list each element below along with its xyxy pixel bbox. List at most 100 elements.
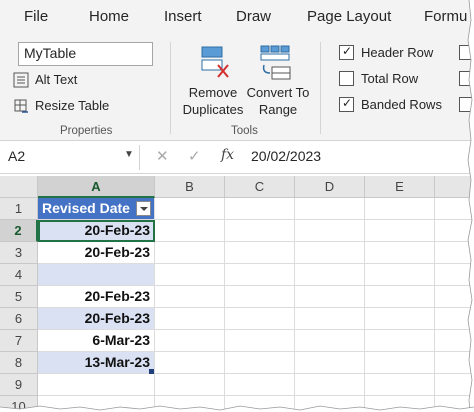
empty-cell[interactable] — [295, 198, 365, 220]
banded-rows-label: Banded Rows — [361, 97, 442, 112]
empty-cell[interactable] — [155, 220, 225, 242]
empty-cell[interactable] — [225, 264, 295, 286]
total-row-label: Total Row — [361, 71, 419, 86]
torn-edge-right — [467, 0, 474, 412]
table-cell-a8[interactable]: 13-Mar-23 — [38, 352, 155, 374]
chevron-down-icon[interactable]: ▼ — [124, 149, 134, 160]
name-box-value: A2 — [8, 148, 26, 164]
resize-table-icon — [14, 99, 28, 113]
header-row-label: Header Row — [361, 45, 434, 60]
column-header-a[interactable]: A — [38, 176, 155, 198]
empty-cell[interactable] — [155, 352, 225, 374]
column-header-b[interactable]: B — [155, 176, 225, 198]
column-header-c[interactable]: C — [225, 176, 295, 198]
row-header-7[interactable]: 7 — [0, 330, 38, 352]
name-box[interactable]: A2 — [0, 145, 140, 170]
empty-cell[interactable] — [365, 330, 435, 352]
table-cell-a6[interactable]: 20-Feb-23 — [38, 308, 155, 330]
table-header-cell[interactable]: Revised Date — [38, 198, 155, 220]
tab-formulas[interactable]: Formu — [424, 8, 467, 25]
table-header-label: Revised Date — [42, 200, 130, 216]
resize-table-button[interactable]: Resize Table — [35, 98, 109, 113]
empty-cell[interactable] — [225, 242, 295, 264]
remove-duplicates-button[interactable]: Remove Duplicates — [181, 84, 245, 118]
empty-cell[interactable] — [225, 198, 295, 220]
tab-insert[interactable]: Insert — [164, 8, 202, 25]
remove-duplicates-icon — [201, 46, 229, 78]
empty-cell[interactable] — [155, 198, 225, 220]
empty-cell[interactable] — [295, 264, 365, 286]
enter-icon[interactable]: ✓ — [188, 147, 201, 165]
formula-input[interactable]: 20/02/2023 — [251, 148, 321, 164]
empty-cell[interactable] — [365, 264, 435, 286]
empty-cell[interactable] — [295, 330, 365, 352]
tab-file[interactable]: File — [24, 8, 48, 25]
empty-cell[interactable] — [365, 374, 435, 396]
empty-cell[interactable] — [295, 352, 365, 374]
remove-duplicates-label-line1: Remove — [188, 85, 238, 100]
empty-cell[interactable] — [295, 242, 365, 264]
row-header-2[interactable]: 2 — [0, 220, 38, 242]
empty-cell[interactable] — [225, 374, 295, 396]
empty-cell[interactable] — [365, 242, 435, 264]
header-row-checkbox[interactable]: ✓ — [339, 44, 354, 60]
tab-page-layout[interactable]: Page Layout — [307, 8, 391, 25]
tab-home[interactable]: Home — [89, 8, 129, 25]
empty-cell[interactable] — [155, 308, 225, 330]
worksheet-grid: A B C D E 1 2 3 4 5 6 7 8 9 10 Revised D… — [0, 176, 474, 412]
cell-a9[interactable] — [38, 374, 155, 396]
empty-cell[interactable] — [225, 286, 295, 308]
empty-cell[interactable] — [225, 352, 295, 374]
empty-cell[interactable] — [295, 286, 365, 308]
row-header-1[interactable]: 1 — [0, 198, 38, 220]
row-header-9[interactable]: 9 — [0, 374, 38, 396]
cancel-icon[interactable]: ✕ — [156, 147, 169, 165]
empty-cell[interactable] — [155, 330, 225, 352]
row-header-4[interactable]: 4 — [0, 264, 38, 286]
convert-to-range-label-line1: Convert To — [246, 85, 310, 100]
table-cell-a2[interactable]: 20-Feb-23 — [38, 220, 155, 242]
row-header-6[interactable]: 6 — [0, 308, 38, 330]
empty-cell[interactable] — [155, 286, 225, 308]
empty-cell[interactable] — [295, 220, 365, 242]
table-name-input[interactable]: MyTable — [18, 42, 153, 66]
empty-cell[interactable] — [365, 352, 435, 374]
tools-group-label: Tools — [231, 125, 258, 137]
empty-cell[interactable] — [295, 374, 365, 396]
empty-cell[interactable] — [155, 264, 225, 286]
table-cell-a5[interactable]: 20-Feb-23 — [38, 286, 155, 308]
alt-text-icon — [13, 72, 29, 88]
empty-cell[interactable] — [225, 308, 295, 330]
ribbon-separator — [170, 42, 171, 134]
empty-cell[interactable] — [365, 286, 435, 308]
column-header-d[interactable]: D — [295, 176, 365, 198]
torn-edge-bottom — [0, 405, 474, 412]
empty-cell[interactable] — [155, 374, 225, 396]
row-header-8[interactable]: 8 — [0, 352, 38, 374]
row-header-5[interactable]: 5 — [0, 286, 38, 308]
formula-bar: A2 ▼ ✕ ✓ fx 20/02/2023 — [0, 140, 474, 174]
alt-text-button[interactable]: Alt Text — [35, 72, 77, 87]
empty-cell[interactable] — [365, 220, 435, 242]
filter-dropdown-icon[interactable] — [136, 201, 151, 216]
column-header-e[interactable]: E — [365, 176, 435, 198]
empty-cell[interactable] — [225, 330, 295, 352]
empty-cell[interactable] — [155, 242, 225, 264]
banded-rows-checkbox[interactable]: ✓ — [339, 96, 354, 112]
properties-group-label: Properties — [60, 125, 113, 137]
remove-duplicates-label-line2: Duplicates — [182, 102, 244, 117]
empty-cell[interactable] — [295, 308, 365, 330]
convert-to-range-button[interactable]: Convert To Range — [243, 84, 313, 118]
empty-cell[interactable] — [225, 220, 295, 242]
row-header-3[interactable]: 3 — [0, 242, 38, 264]
table-cell-a4[interactable] — [38, 264, 155, 286]
table-cell-a3[interactable]: 20-Feb-23 — [38, 242, 155, 264]
ribbon-tab-bar: File Home Insert Draw Page Layout Formu — [0, 0, 474, 36]
select-all-corner[interactable] — [0, 176, 38, 198]
tab-draw[interactable]: Draw — [236, 8, 271, 25]
empty-cell[interactable] — [365, 198, 435, 220]
insert-function-button[interactable]: fx — [221, 147, 234, 163]
empty-cell[interactable] — [365, 308, 435, 330]
total-row-checkbox[interactable] — [339, 71, 354, 86]
table-cell-a7[interactable]: 6-Mar-23 — [38, 330, 155, 352]
